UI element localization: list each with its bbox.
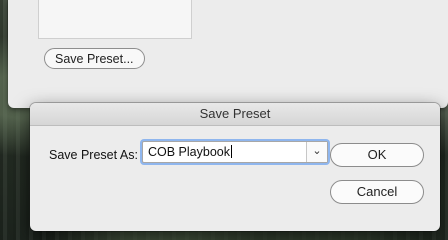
save-preset-button[interactable]: Save Preset...: [44, 48, 145, 69]
save-preset-dialog: Save Preset Save Preset As: COB Playbook…: [30, 103, 440, 231]
parent-panel: Save Preset...: [8, 0, 448, 108]
preset-name-input[interactable]: COB Playbook: [143, 142, 307, 162]
preset-list[interactable]: [38, 0, 192, 39]
preset-name-value: COB Playbook: [148, 145, 230, 159]
save-preset-as-label: Save Preset As:: [49, 148, 138, 162]
text-cursor: [230, 145, 232, 158]
cancel-button[interactable]: Cancel: [330, 180, 424, 204]
ok-button[interactable]: OK: [330, 143, 424, 167]
chevron-down-icon[interactable]: ⌄: [306, 142, 327, 162]
dialog-title: Save Preset: [30, 103, 440, 126]
preset-name-combobox[interactable]: COB Playbook ⌄: [142, 141, 328, 163]
